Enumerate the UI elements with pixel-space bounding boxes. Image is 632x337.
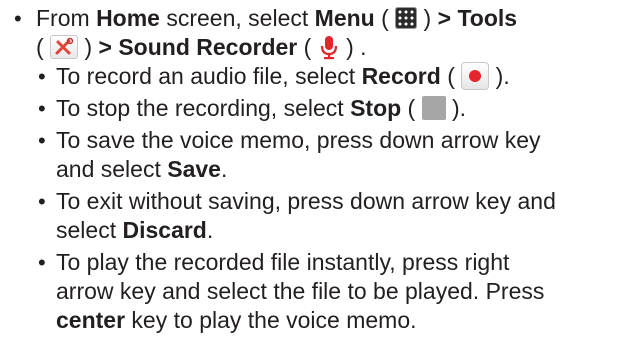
bullet: • bbox=[14, 6, 22, 31]
center-label: center bbox=[56, 307, 126, 333]
text: ) bbox=[78, 34, 99, 60]
step-play-cont: arrow key and select the file to be play… bbox=[56, 277, 544, 306]
text: ). bbox=[445, 95, 467, 121]
text: . bbox=[220, 156, 228, 182]
step-open-sound-recorder: From Home screen, select Menu ( ) > Tool… bbox=[36, 4, 517, 33]
step-save: To save the voice memo, press down arrow… bbox=[56, 126, 540, 155]
menu-grid-icon bbox=[395, 6, 418, 29]
text: select bbox=[56, 217, 123, 243]
text: ( bbox=[401, 95, 422, 121]
stop-label: Stop bbox=[350, 95, 402, 121]
bullet: • bbox=[38, 96, 46, 121]
text: ) bbox=[417, 5, 438, 31]
text: From bbox=[36, 5, 97, 31]
record-label: Record bbox=[361, 63, 441, 89]
text: screen, select bbox=[159, 5, 315, 31]
text: To play the recorded file instantly, pre… bbox=[56, 249, 510, 275]
step-play-cont-2: center key to play the voice memo. bbox=[56, 306, 417, 335]
microphone-icon bbox=[318, 34, 340, 60]
text: key to play the voice memo. bbox=[125, 307, 417, 333]
step-save-cont: and select Save. bbox=[56, 155, 227, 184]
bullet: • bbox=[38, 250, 46, 275]
text: To record an audio file, select bbox=[56, 63, 362, 89]
text: ( bbox=[440, 63, 462, 89]
bullet: • bbox=[38, 64, 46, 89]
text: To exit without saving, press down arrow… bbox=[56, 188, 556, 214]
step-stop: To stop the recording, select Stop ( ). bbox=[56, 94, 466, 123]
record-icon bbox=[461, 61, 490, 90]
text: To stop the recording, select bbox=[56, 95, 351, 121]
step-play: To play the recorded file instantly, pre… bbox=[56, 248, 509, 277]
text: To save the voice memo, press down arrow… bbox=[56, 127, 541, 153]
menu-label: Menu bbox=[314, 5, 375, 31]
text: arrow key and select the file to be play… bbox=[56, 278, 545, 304]
text: ( bbox=[297, 34, 318, 60]
bullet: • bbox=[38, 189, 46, 214]
stop-icon bbox=[421, 95, 446, 120]
text: ( bbox=[374, 5, 396, 31]
tools-label: > Tools bbox=[437, 5, 518, 31]
step-record: To record an audio file, select Record (… bbox=[56, 61, 510, 92]
discard-label: Discard bbox=[122, 217, 207, 243]
text: . bbox=[206, 217, 214, 243]
step-open-sound-recorder-cont: ( ) > Sound Recorder ( ) . bbox=[36, 33, 367, 62]
text: ). bbox=[489, 63, 510, 89]
save-label: Save bbox=[167, 156, 221, 182]
instructions-document: • From Home screen, select Menu ( ) > To… bbox=[0, 0, 632, 337]
step-discard: To exit without saving, press down arrow… bbox=[56, 187, 556, 216]
bullet: • bbox=[38, 128, 46, 153]
sound-recorder-label: > Sound Recorder bbox=[98, 34, 298, 60]
step-discard-cont: select Discard. bbox=[56, 216, 213, 245]
tools-icon bbox=[50, 34, 79, 59]
home-label: Home bbox=[96, 5, 160, 31]
text: ) . bbox=[339, 34, 367, 60]
text: ( bbox=[36, 34, 51, 60]
text: and select bbox=[56, 156, 168, 182]
